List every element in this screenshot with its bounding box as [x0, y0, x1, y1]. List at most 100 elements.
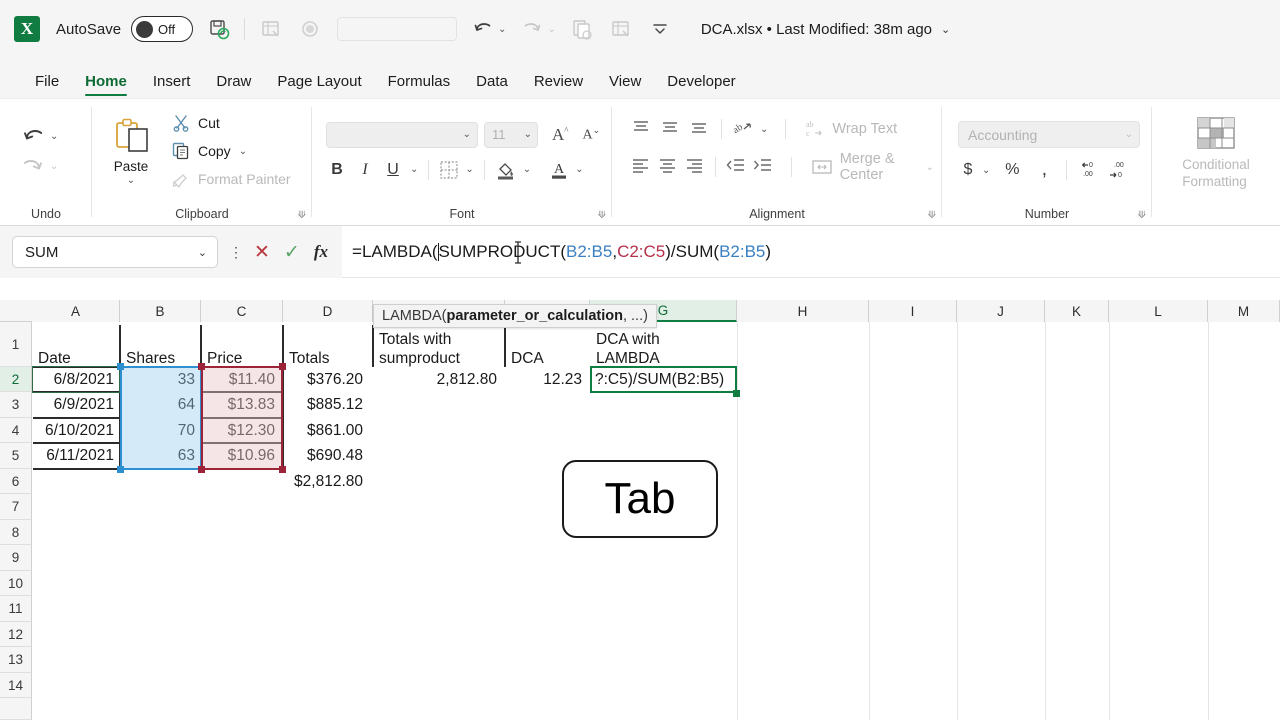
- underline-chevron-down-icon[interactable]: ⌄: [410, 164, 418, 175]
- tab-formulas[interactable]: Formulas: [375, 73, 464, 98]
- active-cell-g2[interactable]: ?:C5)/SUM(B2:B5): [590, 366, 737, 393]
- conditional-formatting-button[interactable]: Conditional Formatting: [1160, 111, 1272, 191]
- wrap-text-button[interactable]: ab c Wrap Text: [805, 119, 897, 139]
- cell-C3[interactable]: $13.83: [202, 392, 280, 418]
- row-header-14[interactable]: 14: [0, 673, 32, 698]
- formula-input[interactable]: =LAMBDA(SUMPRODUCT(B2:B5, C2:C5)/SUM(B2:B…: [342, 226, 1280, 278]
- new-sheet-icon[interactable]: [608, 16, 634, 42]
- italic-button[interactable]: I: [354, 161, 376, 179]
- tab-data[interactable]: Data: [463, 73, 521, 98]
- font-color-chevron-down-icon[interactable]: ⌄: [575, 164, 583, 175]
- cell-A5[interactable]: 6/11/2021: [33, 443, 119, 469]
- number-format-select[interactable]: Accounting ⌄: [958, 121, 1140, 148]
- cell-F2[interactable]: 12.23: [506, 367, 587, 392]
- range-handle-c-topright[interactable]: [279, 363, 286, 370]
- more-commands-icon[interactable]: [647, 16, 673, 42]
- number-format-chevron-down-icon[interactable]: ⌄: [1125, 129, 1133, 140]
- row-header-3[interactable]: 3: [0, 392, 32, 418]
- cell-A3[interactable]: 6/9/2021: [33, 392, 119, 418]
- comma-style-button[interactable]: ,: [1034, 159, 1054, 181]
- redo-icon[interactable]: [519, 16, 545, 42]
- alignment-dialog-launcher-icon[interactable]: ⟱: [928, 210, 936, 221]
- cell-C4[interactable]: $12.30: [202, 418, 280, 443]
- save-icon[interactable]: [206, 16, 232, 42]
- accounting-chevron-down-icon[interactable]: ⌄: [982, 165, 990, 176]
- undo-dropdown-chevron-down-icon[interactable]: ⌄: [498, 24, 506, 35]
- tab-insert[interactable]: Insert: [140, 73, 204, 98]
- align-left-icon[interactable]: [630, 157, 652, 177]
- decrease-font-size-icon[interactable]: A⌄: [583, 125, 601, 144]
- fill-color-icon[interactable]: [495, 159, 517, 181]
- row-header-1[interactable]: 1: [0, 322, 32, 367]
- tab-page-layout[interactable]: Page Layout: [264, 73, 374, 98]
- cell-A4[interactable]: 6/10/2021: [33, 418, 119, 443]
- fill-color-chevron-down-icon[interactable]: ⌄: [523, 164, 531, 175]
- cell-B4[interactable]: 70: [121, 418, 200, 443]
- cell-G1-line2[interactable]: LAMBDA: [591, 350, 736, 367]
- cell-A1[interactable]: Date: [33, 350, 119, 367]
- insert-function-icon[interactable]: fx: [314, 242, 328, 262]
- range-handle-c-bottomleft[interactable]: [198, 466, 205, 473]
- borders-icon[interactable]: [439, 160, 459, 180]
- column-header-j[interactable]: J: [957, 300, 1045, 322]
- cell-E1-line2[interactable]: sumproduct: [374, 350, 504, 367]
- font-name-chevron-down-icon[interactable]: ⌄: [463, 129, 471, 140]
- enter-formula-icon[interactable]: ✓: [284, 241, 300, 264]
- align-center-icon[interactable]: [657, 157, 679, 177]
- clipboard-dialog-launcher-icon[interactable]: ⟱: [298, 210, 306, 221]
- formula-bar-more-icon[interactable]: ⋮: [229, 244, 243, 261]
- font-dialog-launcher-icon[interactable]: ⟱: [598, 210, 606, 221]
- increase-indent-icon[interactable]: [752, 157, 774, 177]
- accounting-format-button[interactable]: $: [958, 161, 978, 179]
- align-bottom-icon[interactable]: [688, 119, 712, 139]
- cancel-formula-icon[interactable]: ✕: [254, 241, 270, 264]
- quick-access-blank-field[interactable]: [337, 17, 458, 41]
- decrease-decimal-icon[interactable]: .00 0: [1107, 160, 1131, 180]
- undo-chevron-down-icon[interactable]: ⌄: [50, 131, 58, 142]
- column-header-a[interactable]: A: [32, 300, 120, 322]
- undo-button[interactable]: ⌄: [20, 125, 58, 147]
- font-size-chevron-down-icon[interactable]: ⌄: [524, 129, 532, 140]
- cell-F1[interactable]: DCA: [506, 350, 589, 367]
- row-header-9[interactable]: 9: [0, 545, 32, 571]
- tab-home[interactable]: Home: [72, 73, 140, 98]
- range-handle-b-bottomleft[interactable]: [117, 466, 124, 473]
- cell-D5[interactable]: $690.48: [284, 443, 368, 469]
- font-color-icon[interactable]: A: [549, 159, 569, 181]
- range-handle-c-bottomright[interactable]: [279, 466, 286, 473]
- align-top-icon[interactable]: [630, 119, 654, 139]
- row-header-2[interactable]: 2: [0, 367, 32, 392]
- copy-icon[interactable]: [569, 16, 595, 42]
- row-header-6[interactable]: 6: [0, 469, 32, 494]
- column-header-h[interactable]: H: [737, 300, 869, 322]
- font-size-input[interactable]: 11 ⌄: [484, 121, 538, 148]
- cut-button[interactable]: Cut: [172, 114, 291, 132]
- redo-button[interactable]: ⌄: [20, 155, 58, 177]
- font-name-input[interactable]: ⌄: [326, 121, 478, 148]
- undo-icon[interactable]: [470, 16, 496, 42]
- column-header-k[interactable]: K: [1045, 300, 1109, 322]
- tab-developer[interactable]: Developer: [654, 73, 748, 98]
- cell-D3[interactable]: $885.12: [284, 392, 368, 418]
- tab-review[interactable]: Review: [521, 73, 596, 98]
- cell-E2[interactable]: 2,812.80: [374, 367, 502, 392]
- row-header-8[interactable]: 8: [0, 520, 32, 545]
- tab-file[interactable]: File: [22, 73, 72, 98]
- row-header-10[interactable]: 10: [0, 571, 32, 596]
- align-right-icon[interactable]: [684, 157, 706, 177]
- orientation-chevron-down-icon[interactable]: ⌄: [760, 124, 768, 135]
- orientation-icon[interactable]: ab: [731, 119, 755, 139]
- row-header-12[interactable]: 12: [0, 622, 32, 647]
- copy-button[interactable]: Copy ⌄: [172, 142, 291, 160]
- row-header-13[interactable]: 13: [0, 647, 32, 673]
- merge-center-button[interactable]: Merge & Center ⌄: [811, 151, 934, 183]
- cell-D4[interactable]: $861.00: [284, 418, 368, 443]
- column-header-i[interactable]: I: [869, 300, 957, 322]
- range-handle-c-topleft[interactable]: [198, 363, 205, 370]
- cell-D1[interactable]: Totals: [284, 350, 372, 367]
- document-title-chevron-down-icon[interactable]: ⌄: [941, 23, 950, 36]
- row-header-11[interactable]: 11: [0, 596, 32, 622]
- column-header-d[interactable]: D: [283, 300, 373, 322]
- cell-E1-line1[interactable]: Totals with: [374, 331, 504, 348]
- merge-center-chevron-down-icon[interactable]: ⌄: [926, 162, 934, 173]
